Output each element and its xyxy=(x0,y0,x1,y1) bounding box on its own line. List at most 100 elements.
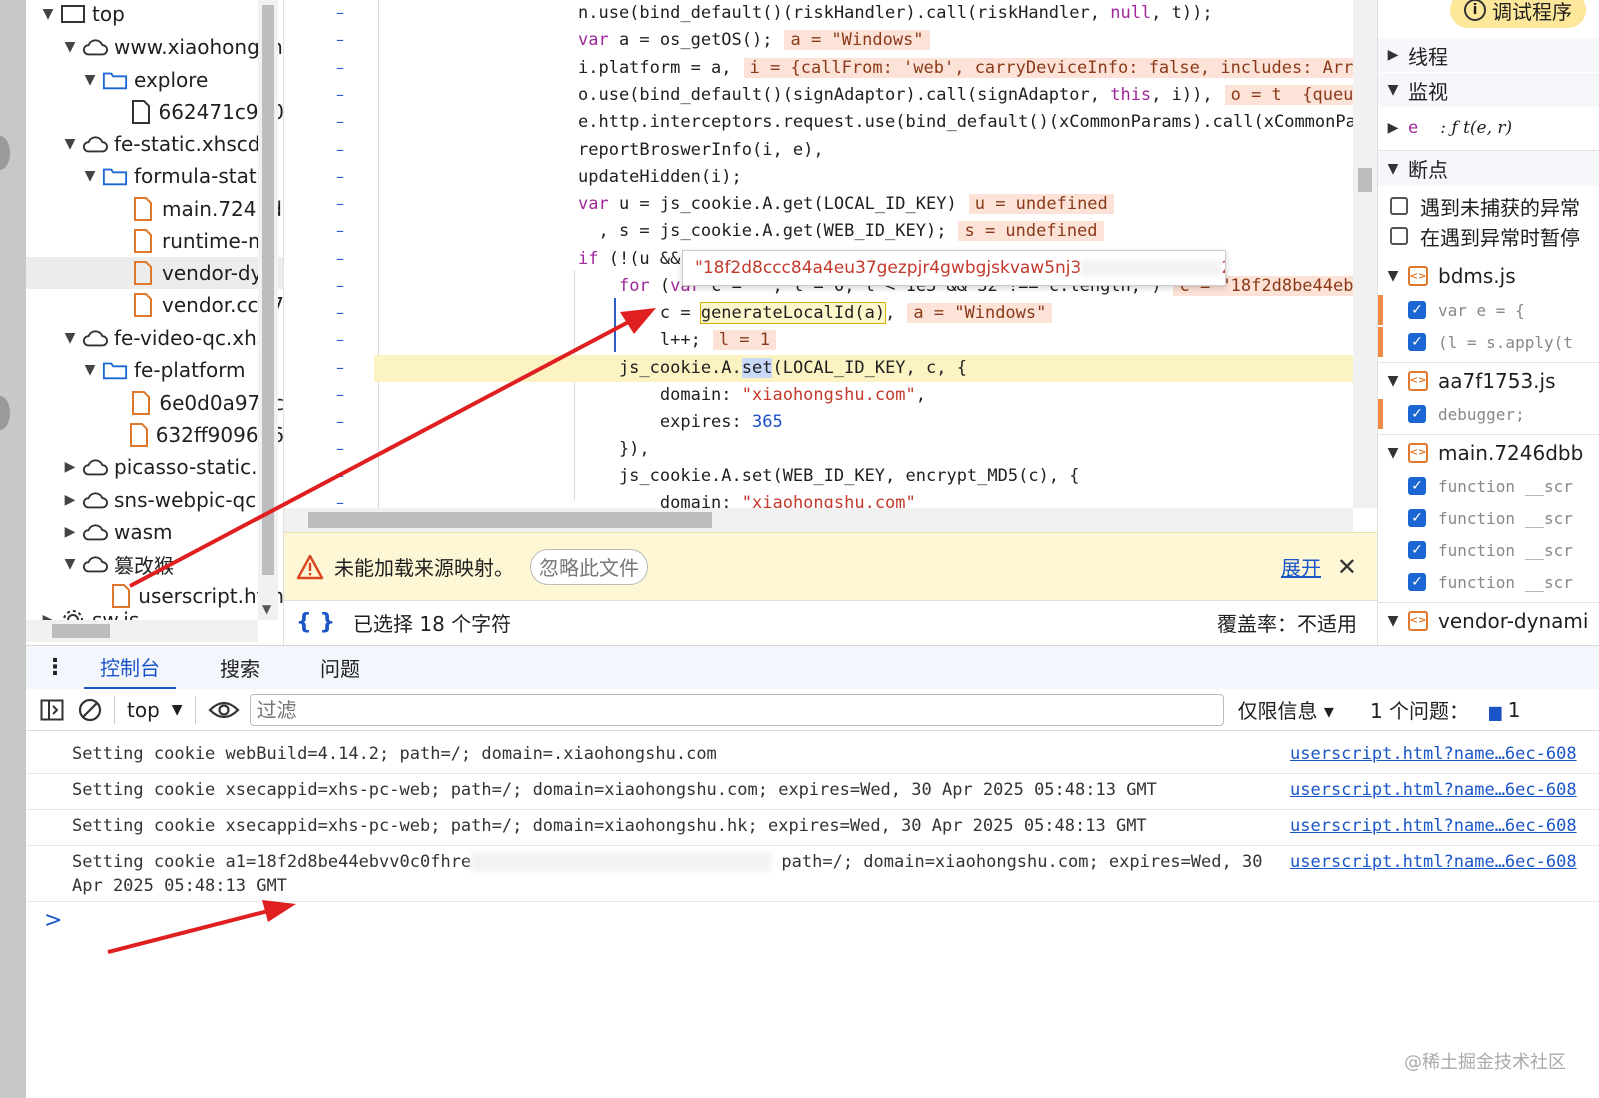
console-log-row[interactable]: Setting cookie xsecappid=xhs-pc-web; pat… xyxy=(26,810,1599,846)
breakpoint-checkbox[interactable]: ✓ xyxy=(1408,573,1426,591)
code-line[interactable]: domain: "xiaohongshu.com", xyxy=(284,382,1353,409)
tree-item[interactable]: runtime-ma xyxy=(26,225,283,257)
log-source-link[interactable]: userscript.html?name…6ec-608 xyxy=(1290,814,1577,838)
log-source-link[interactable]: userscript.html?name…6ec-608 xyxy=(1290,850,1577,874)
breakpoint-item[interactable]: ✓ function __scr xyxy=(1378,566,1599,598)
pretty-print-icon[interactable]: { } xyxy=(296,610,335,635)
file-tree-vertical-scrollbar[interactable]: ▼ xyxy=(258,0,278,620)
more-options-icon[interactable]: ⋮ xyxy=(44,655,66,680)
tree-item[interactable]: ▼ fe-video-qc.xhsc xyxy=(26,322,283,354)
code-vertical-scrollbar[interactable] xyxy=(1353,0,1377,508)
issues-label[interactable]: 1 个问题： xyxy=(1370,695,1469,724)
breakpoint-file-header[interactable]: ▼ <> aa7f1753.js xyxy=(1378,362,1599,398)
tree-item[interactable]: ▼ fe-platform xyxy=(26,354,283,386)
console-log-row[interactable]: Setting cookie a1=18f2d8be44ebvv0c0fhre … xyxy=(26,846,1599,902)
tree-item[interactable]: ▼ explore xyxy=(26,64,283,96)
pause-caught-checkbox[interactable] xyxy=(1390,227,1408,245)
breakpoint-item[interactable]: ✓ function __scr xyxy=(1378,534,1599,566)
live-expression-eye-icon[interactable] xyxy=(208,699,240,721)
code-line[interactable]: e.http.interceptors.request.use(bind_def… xyxy=(284,109,1353,136)
watch-section-header[interactable]: ▼ 监视 xyxy=(1378,73,1599,107)
console-log-row[interactable]: Setting cookie xsecappid=xhs-pc-web; pat… xyxy=(26,774,1599,810)
collapse-triangle-icon[interactable]: ▼ xyxy=(62,330,78,346)
tree-item[interactable]: 6e0d0a976c xyxy=(26,387,283,419)
tree-item[interactable]: main.7246d xyxy=(26,193,283,225)
code-line[interactable]: js_cookie.A.set(LOCAL_ID_KEY, c, { xyxy=(374,355,1353,382)
log-source-link[interactable]: userscript.html?name…6ec-608 xyxy=(1290,742,1577,766)
tree-item[interactable]: ▼ www.xiaohongsh xyxy=(26,31,283,63)
collapse-triangle-icon[interactable]: ▼ xyxy=(40,6,56,22)
console-filter-input[interactable] xyxy=(249,693,1224,726)
code-line[interactable]: , s = js_cookie.A.get(WEB_ID_KEY); s = un… xyxy=(284,218,1353,245)
breakpoint-checkbox[interactable]: ✓ xyxy=(1408,477,1426,495)
tree-item[interactable]: ▶ wasm xyxy=(26,516,283,548)
close-icon[interactable]: ✕ xyxy=(1337,553,1357,581)
threads-section-header[interactable]: ▶ 线程 xyxy=(1378,38,1599,72)
tree-item[interactable]: vendor.cc27 xyxy=(26,289,283,321)
file-tree-horizontal-scrollbar[interactable] xyxy=(26,620,258,642)
breakpoint-item[interactable]: ✓ function __scr xyxy=(1378,502,1599,534)
gutter-marker[interactable]: – xyxy=(336,358,344,377)
collapse-triangle-icon[interactable]: ▼ xyxy=(62,556,78,572)
tree-item[interactable]: 662471c900 xyxy=(26,96,283,128)
expand-link[interactable]: 展开 xyxy=(1281,552,1321,581)
pause-uncaught-row[interactable]: 遇到未捕获的异常 xyxy=(1378,190,1599,222)
tree-item[interactable]: 632ff909636 xyxy=(26,419,283,451)
console-prompt-icon[interactable]: > xyxy=(44,908,62,933)
code-line[interactable]: js_cookie.A.set(WEB_ID_KEY, encrypt_MD5(… xyxy=(284,463,1353,490)
breakpoints-section-header[interactable]: ▼ 断点 xyxy=(1378,150,1599,186)
debugger-paused-pill[interactable]: i 调试程序 xyxy=(1450,0,1586,28)
breakpoint-checkbox[interactable]: ✓ xyxy=(1408,509,1426,527)
tree-item[interactable]: ▼ formula-static xyxy=(26,160,283,192)
log-level-dropdown[interactable]: 仅限信息 ▾ xyxy=(1238,695,1334,724)
code-line[interactable]: reportBroswerInfo(i, e), xyxy=(284,137,1353,164)
collapse-triangle-icon[interactable]: ▼ xyxy=(82,72,98,88)
breakpoint-file-header[interactable]: ▼ <> vendor-dynami xyxy=(1378,602,1599,638)
collapse-triangle-icon[interactable]: ▼ xyxy=(82,168,98,184)
breakpoint-item[interactable]: ✓ debugger; xyxy=(1378,398,1599,430)
breakpoint-item[interactable]: ✓ var e = { xyxy=(1378,294,1599,326)
breakpoint-checkbox[interactable]: ✓ xyxy=(1408,333,1426,351)
tree-item[interactable]: vendor-dyn xyxy=(26,257,283,289)
tab-search[interactable]: 搜索 xyxy=(204,646,276,690)
tree-item[interactable]: ▶ sns-webpic-qc.x xyxy=(26,484,283,516)
code-line[interactable]: expires: 365 xyxy=(284,409,1353,436)
console-log-row[interactable]: Setting cookie webBuild=4.14.2; path=/; … xyxy=(26,738,1599,774)
collapse-triangle-icon[interactable]: ▼ xyxy=(62,136,78,152)
log-source-link[interactable]: userscript.html?name…6ec-608 xyxy=(1290,778,1577,802)
code-line[interactable]: var a = os_getOS(); a = "Windows" xyxy=(284,27,1353,54)
code-line[interactable]: }), xyxy=(284,436,1353,463)
tree-item[interactable]: ▼ fe-static.xhscdn. xyxy=(26,128,283,160)
breakpoint-checkbox[interactable]: ✓ xyxy=(1408,541,1426,559)
clear-console-icon[interactable] xyxy=(78,698,102,722)
tree-item[interactable]: ▶ picasso-static.xi xyxy=(26,451,283,483)
tab-console[interactable]: 控制台 xyxy=(84,646,176,690)
expand-triangle-icon[interactable]: ▶ xyxy=(62,459,78,475)
breakpoint-file-header[interactable]: ▼ <> bdms.js xyxy=(1378,258,1599,294)
tree-item[interactable]: ▼ 篡改猴 xyxy=(26,548,283,580)
breakpoint-item[interactable]: ✓ (l = s.apply(t xyxy=(1378,326,1599,358)
code-line[interactable]: o.use(bind_default()(signAdaptor).call(s… xyxy=(284,82,1353,109)
code-editor[interactable]: – – – – – – – – – – – – – – – – – – – n.use(bind_default()… xyxy=(284,0,1353,532)
code-line[interactable]: var u = js_cookie.A.get(LOCAL_ID_KEY) u =… xyxy=(284,191,1353,218)
code-line[interactable]: i.platform = a, i = {callFrom: 'web', car… xyxy=(284,55,1353,82)
expand-triangle-icon[interactable]: ▶ xyxy=(62,492,78,508)
code-line[interactable]: updateHidden(i); xyxy=(284,164,1353,191)
tree-item[interactable]: ▼ top xyxy=(26,0,283,30)
pause-caught-row[interactable]: 在遇到异常时暂停 xyxy=(1378,220,1599,252)
sidebar-toggle-icon[interactable] xyxy=(40,699,64,721)
breakpoint-item[interactable]: ✓ function __scr xyxy=(1378,470,1599,502)
collapse-triangle-icon[interactable]: ▼ xyxy=(62,39,78,55)
breakpoint-file-header[interactable]: ▼ <> main.7246dbb xyxy=(1378,434,1599,470)
collapse-triangle-icon[interactable]: ▼ xyxy=(82,362,98,378)
code-line[interactable]: l++; l = 1 xyxy=(284,327,1353,354)
code-line[interactable]: c = generateLocalId(a), a = "Windows" xyxy=(284,300,1353,327)
ignore-file-button[interactable]: 忽略此文件 xyxy=(530,548,648,585)
expand-triangle-icon[interactable]: ▶ xyxy=(62,524,78,540)
breakpoint-checkbox[interactable]: ✓ xyxy=(1408,405,1426,423)
code-horizontal-scrollbar[interactable] xyxy=(284,508,1353,532)
pause-uncaught-checkbox[interactable] xyxy=(1390,197,1408,215)
tab-issues[interactable]: 问题 xyxy=(304,646,376,690)
context-selector[interactable]: top ▼ xyxy=(127,698,183,722)
breakpoint-checkbox[interactable]: ✓ xyxy=(1408,301,1426,319)
